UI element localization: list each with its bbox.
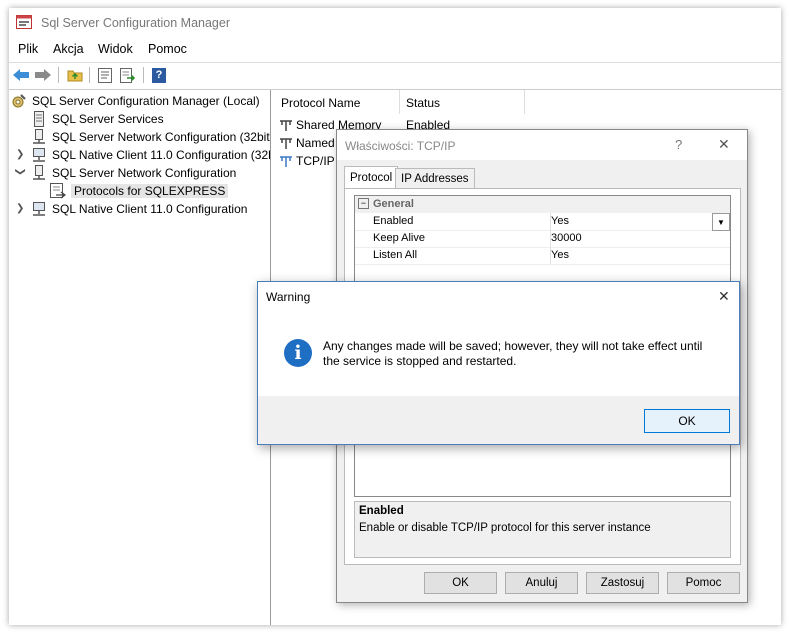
help-button[interactable]: ?: [675, 137, 682, 152]
tree-item-native-client[interactable]: SQL Native Client 11.0 Configuration: [31, 200, 247, 218]
tree-item-network[interactable]: SQL Server Network Configuration: [31, 164, 236, 182]
column-header-protocol-name[interactable]: Protocol Name: [281, 96, 360, 110]
column-header-status[interactable]: Status: [406, 96, 440, 110]
close-icon[interactable]: ✕: [718, 288, 730, 305]
export-icon[interactable]: [118, 66, 138, 84]
grid-row-keep-alive[interactable]: Keep Alive 30000: [355, 230, 730, 248]
config-manager-icon: [11, 93, 27, 109]
description-panel: Enabled Enable or disable TCP/IP protoco…: [354, 501, 731, 558]
properties-icon[interactable]: [95, 66, 115, 84]
menu-widok[interactable]: Widok: [98, 42, 133, 56]
grid-section-general[interactable]: − General: [355, 196, 730, 213]
property-value[interactable]: 30000: [551, 232, 582, 244]
tree-pane: SQL Server Configuration Manager (Local)…: [9, 90, 271, 625]
help-icon[interactable]: ?: [149, 66, 169, 84]
toolbar-separator: [143, 67, 144, 83]
dropdown-arrow-icon[interactable]: ▼: [712, 213, 730, 231]
apply-button[interactable]: Zastosuj: [586, 572, 659, 594]
services-icon: [31, 111, 47, 127]
info-icon: i: [284, 339, 312, 367]
tree-item-label: SQL Native Client 11.0 Configuration (32…: [52, 148, 271, 162]
description-title: Enabled: [359, 505, 404, 517]
client-icon: [31, 201, 47, 217]
warning-ok-button[interactable]: OK: [644, 409, 730, 433]
tree-item-protocols-sqlexpress[interactable]: Protocols for SQLEXPRESS: [50, 182, 229, 200]
tree-item-label: SQL Server Configuration Manager (Local): [32, 94, 260, 108]
section-label: General: [373, 198, 414, 210]
grid-row-listen-all[interactable]: Listen All Yes: [355, 247, 730, 265]
protocol-icon: [279, 154, 293, 168]
column-separator[interactable]: [524, 90, 525, 114]
menu-akcja[interactable]: Akcja: [53, 42, 84, 56]
tree-item-services[interactable]: SQL Server Services: [31, 110, 164, 128]
toolbar: ?: [9, 62, 781, 90]
protocol-icon: [279, 118, 293, 132]
menu-bar: Plik Akcja Widok Pomoc: [9, 39, 781, 61]
protocol-name: TCP/IP: [296, 154, 335, 168]
network-icon: [31, 165, 47, 181]
app-icon: [16, 15, 32, 29]
warning-message-line: the service is stopped and restarted.: [323, 354, 517, 368]
grid-column-divider: [550, 213, 551, 264]
warning-message-line: Any changes made will be saved; however,…: [323, 339, 703, 353]
close-icon[interactable]: ✕: [718, 136, 730, 153]
forward-icon[interactable]: [33, 66, 53, 84]
property-value[interactable]: Yes: [551, 249, 569, 261]
property-value[interactable]: Yes: [551, 215, 569, 227]
tree-item-native-client-32bit[interactable]: SQL Native Client 11.0 Configuration (32…: [31, 146, 271, 164]
protocol-icon: [279, 136, 293, 150]
description-text: Enable or disable TCP/IP protocol for th…: [359, 522, 651, 534]
property-name: Enabled: [373, 215, 414, 227]
title-bar: Sql Server Configuration Manager: [9, 8, 781, 38]
protocols-icon: [50, 183, 66, 199]
window-title: Sql Server Configuration Manager: [41, 16, 230, 30]
collapse-icon[interactable]: −: [358, 198, 369, 209]
tree-item-label: SQL Server Services: [52, 112, 164, 126]
collapse-icon[interactable]: ❯: [15, 168, 26, 178]
menu-plik[interactable]: Plik: [18, 42, 38, 56]
toolbar-separator: [58, 67, 59, 83]
grid-row-enabled[interactable]: Enabled Yes ▼: [355, 213, 730, 231]
cancel-button[interactable]: Anuluj: [505, 572, 578, 594]
tree-item-label: SQL Server Network Configuration (32bit): [52, 130, 271, 144]
tab-ip-addresses[interactable]: IP Addresses: [395, 168, 475, 189]
tree-item-label: SQL Server Network Configuration: [52, 166, 237, 180]
property-name: Keep Alive: [373, 232, 425, 244]
property-name: Listen All: [373, 249, 418, 261]
properties-title: Właściwości: TCP/IP: [345, 139, 456, 153]
ok-button[interactable]: OK: [424, 572, 497, 594]
warning-dialog: Warning ✕ i Any changes made will be sav…: [257, 281, 740, 445]
properties-title-bar: Właściwości: TCP/IP ? ✕: [337, 130, 747, 160]
help-dialog-button[interactable]: Pomoc: [667, 572, 740, 594]
expand-icon[interactable]: ❯: [16, 149, 26, 160]
tree-item-label: SQL Native Client 11.0 Configuration: [52, 202, 248, 216]
column-separator[interactable]: [399, 90, 400, 114]
expand-icon[interactable]: ❯: [16, 203, 26, 214]
tree-item-root[interactable]: SQL Server Configuration Manager (Local): [11, 92, 260, 110]
up-folder-icon[interactable]: [65, 66, 85, 84]
menu-pomoc[interactable]: Pomoc: [148, 42, 187, 56]
tree-item-label: Protocols for SQLEXPRESS: [71, 184, 229, 198]
tree-item-network-32bit[interactable]: SQL Server Network Configuration (32bit): [31, 128, 271, 146]
warning-message: Any changes made will be saved; however,…: [323, 339, 702, 369]
table-row[interactable]: TCP/IP: [279, 154, 335, 168]
toolbar-separator: [89, 67, 90, 83]
warning-title: Warning: [266, 290, 311, 304]
tab-protocol[interactable]: Protocol: [344, 166, 399, 189]
network-icon: [31, 129, 47, 145]
client-icon: [31, 147, 47, 163]
back-icon[interactable]: [11, 66, 31, 84]
